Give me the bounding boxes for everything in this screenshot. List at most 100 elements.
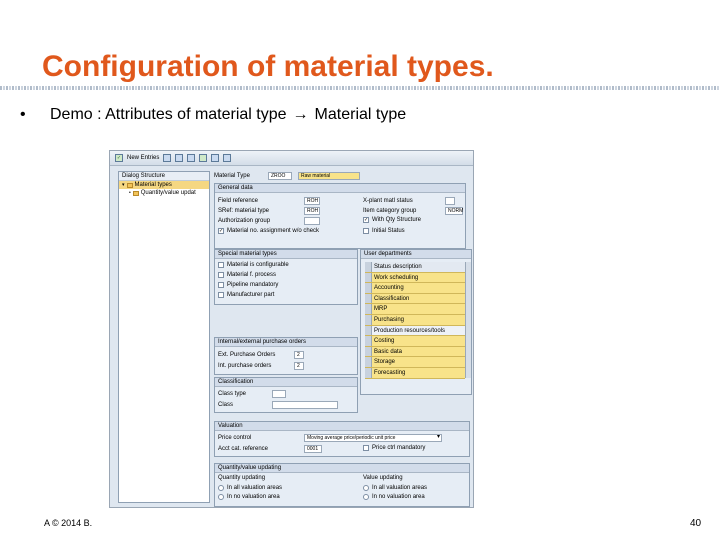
process-checkbox[interactable]	[218, 272, 224, 278]
ext-purchase-orders-row: Ext. Purchase Orders 2	[218, 351, 304, 359]
value-all-areas-radio[interactable]	[363, 485, 369, 491]
class-input[interactable]	[272, 401, 338, 409]
caret-down-icon[interactable]: ▾	[122, 182, 125, 188]
manufacturer-part-checkbox[interactable]	[218, 292, 224, 298]
table-row[interactable]: Costing	[365, 336, 465, 347]
class-type-row: Class type	[218, 390, 286, 398]
class-row: Class	[218, 401, 338, 409]
classification-title: Classification	[215, 378, 357, 387]
qty-structure-row: ✓ With Qty Structure	[363, 217, 422, 223]
authorization-group-row: Authorization group	[218, 217, 320, 225]
class-type-input[interactable]	[272, 390, 286, 398]
int-purchase-orders-input[interactable]: 2	[294, 362, 304, 370]
qty-option-row: In all valuation areas	[218, 485, 282, 491]
table-row[interactable]: Accounting	[365, 283, 465, 294]
price-ctrl-mandatory-row: Price ctrl mandatory	[363, 445, 425, 451]
initial-status-checkbox[interactable]	[363, 228, 369, 234]
bullet-icon: •	[129, 190, 131, 196]
table-row[interactable]: Work scheduling	[365, 272, 465, 284]
qty-value-updating-title: Quantity/value updating	[215, 464, 469, 473]
table-row[interactable]: Production resources/tools	[365, 325, 465, 337]
purchase-orders-title: Internal/external purchase orders	[215, 338, 357, 347]
material-type-code-field[interactable]: ZROO	[268, 172, 292, 180]
dialog-structure-tree: Dialog Structure ▾ Material types • Quan…	[118, 171, 210, 503]
pipeline-checkbox[interactable]	[218, 282, 224, 288]
special-type-row: Pipeline mandatory	[218, 282, 278, 288]
general-data-group: General data Field reference ROH SRef: m…	[214, 183, 466, 249]
bullet-text-end: Material type	[314, 106, 407, 123]
initial-status-row: Initial Status	[363, 228, 405, 234]
authorization-group-input[interactable]	[304, 217, 320, 225]
configurable-checkbox[interactable]	[218, 262, 224, 268]
qty-structure-checkbox[interactable]: ✓	[363, 217, 369, 223]
delete-icon[interactable]	[175, 154, 184, 162]
status-table: Status description Work scheduling Accou…	[365, 262, 465, 379]
valuation-group: Valuation Price control Moving average p…	[214, 421, 470, 457]
quantity-updating-label: Quantity updating	[218, 475, 266, 481]
new-entries-button[interactable]: New Entries	[127, 155, 159, 161]
price-ctrl-mandatory-checkbox[interactable]	[363, 445, 369, 451]
table-row[interactable]: Classification	[365, 293, 465, 305]
sap-screenshot: ✓ New Entries Dialog Structure ▾ Materia…	[109, 150, 474, 508]
title-divider	[0, 86, 720, 90]
acct-cat-reference-row: Acct cat. reference 0001	[218, 445, 322, 453]
tree-node-material-types[interactable]: ▾ Material types	[119, 181, 209, 189]
value-updating-label: Value updating	[363, 475, 403, 481]
check-icon[interactable]: ✓	[115, 154, 123, 162]
material-type-row: Material Type ZROO Raw material	[214, 172, 360, 180]
sref-material-type-input[interactable]: ROH	[304, 207, 320, 215]
status-table-scrollbar[interactable]	[465, 262, 471, 378]
ext-purchase-orders-input[interactable]: 2	[294, 351, 304, 359]
special-type-row: Material f. process	[218, 272, 276, 278]
field-reference-input[interactable]: ROH	[304, 197, 320, 205]
table-row[interactable]: Basic data	[365, 346, 465, 358]
material-type-description-field[interactable]: Raw material	[298, 172, 360, 180]
table-row[interactable]: MRP	[365, 304, 465, 315]
item-category-group-row: Item category group NORM	[363, 207, 464, 215]
value-option-row: In all valuation areas	[363, 485, 427, 491]
special-type-row: Material is configurable	[218, 262, 289, 268]
bullet-item: • Demo : Attributes of material type → M…	[20, 106, 406, 124]
deselect-icon[interactable]	[211, 154, 220, 162]
sref-material-type-row: SRef: material type ROH	[218, 207, 320, 215]
table-row[interactable]: Purchasing	[365, 314, 465, 326]
sap-toolbar: ✓ New Entries	[110, 151, 473, 166]
valuation-title: Valuation	[215, 422, 469, 431]
bullet-text-start: Demo : Attributes of material type	[50, 106, 287, 123]
qty-value-updating-group: Quantity/value updating Quantity updatin…	[214, 463, 470, 507]
no-check-row: ✓ Material no. assignment w/o check	[218, 228, 320, 234]
undo-icon[interactable]	[187, 154, 196, 162]
special-material-types-title: Special material types	[215, 250, 357, 259]
table-row[interactable]: Storage	[365, 357, 465, 368]
table-row[interactable]: Forecasting	[365, 367, 465, 379]
value-no-area-radio[interactable]	[363, 494, 369, 500]
qty-all-areas-radio[interactable]	[218, 485, 224, 491]
special-type-row: Manufacturer part	[218, 292, 274, 298]
select-all-icon[interactable]	[199, 154, 208, 162]
bullet-text: Demo : Attributes of material type → Mat…	[50, 106, 406, 124]
field-reference-row: Field reference ROH	[218, 197, 320, 205]
acct-cat-reference-input[interactable]: 0001	[304, 445, 322, 453]
copyright-text: A © 2014 B.	[44, 518, 93, 528]
purchase-orders-group: Internal/external purchase orders Ext. P…	[214, 337, 358, 375]
bullet-dot: •	[20, 106, 26, 123]
status-table-header: Status description	[365, 262, 465, 273]
price-control-dropdown[interactable]: Moving average price/periodic unit price	[304, 434, 442, 442]
user-departments-group: User departments Status description Work…	[360, 249, 472, 395]
material-type-form: Material Type ZROO Raw material General …	[214, 171, 472, 507]
tree-node-quantity-value[interactable]: • Quantity/value updat	[119, 189, 209, 197]
special-material-types-group: Special material types Material is confi…	[214, 249, 358, 305]
folder-icon	[132, 190, 139, 196]
details-icon[interactable]	[223, 154, 232, 162]
qty-no-area-radio[interactable]	[218, 494, 224, 500]
arrow-right-icon: →	[292, 106, 309, 123]
tree-header: Dialog Structure	[119, 172, 209, 181]
item-category-group-input[interactable]: NORM	[445, 207, 463, 215]
x-plant-status-row: X-plant matl status	[363, 197, 455, 205]
no-check-checkbox[interactable]: ✓	[218, 228, 224, 234]
value-option-row: In no valuation area	[363, 494, 425, 500]
user-departments-title: User departments	[361, 250, 471, 259]
copy-icon[interactable]	[163, 154, 172, 162]
qty-option-row: In no valuation area	[218, 494, 280, 500]
x-plant-status-input[interactable]	[445, 197, 455, 205]
